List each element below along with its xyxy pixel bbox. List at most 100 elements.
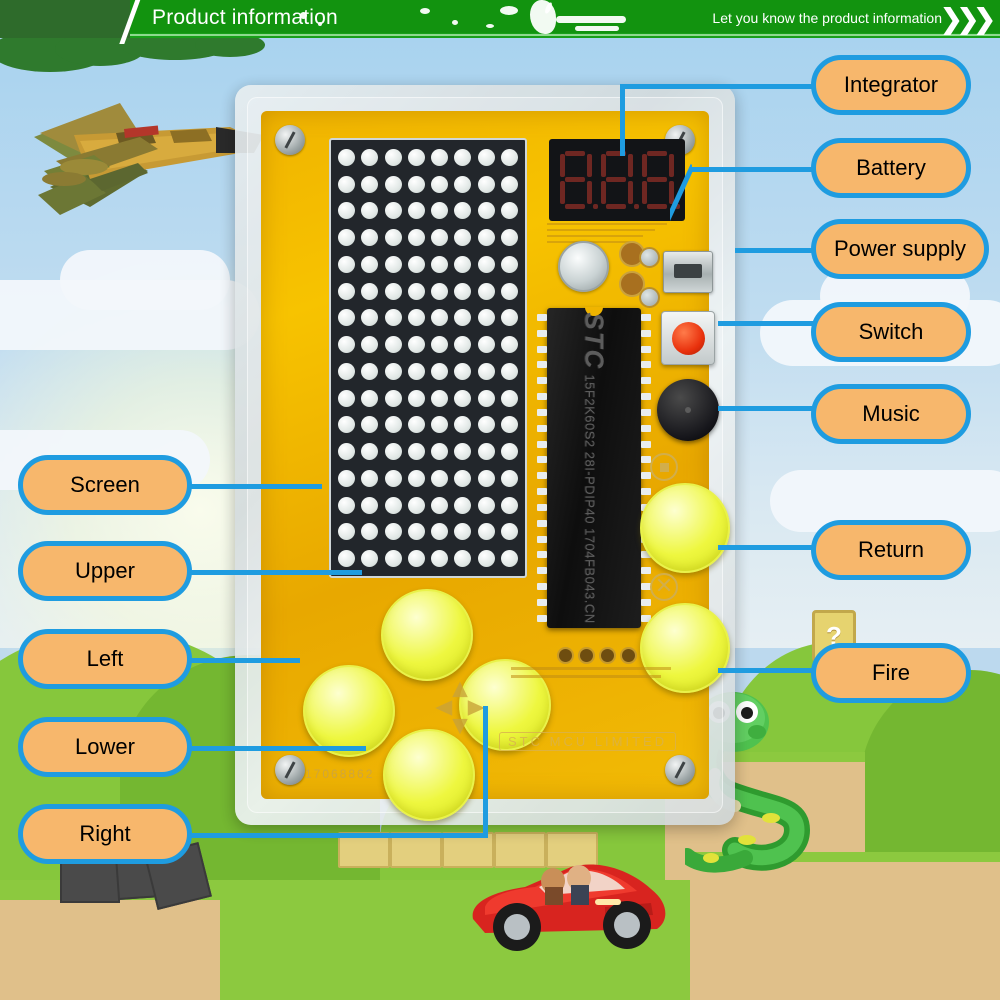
leader-line-right [190, 833, 488, 838]
led-dot [405, 412, 428, 439]
screw [665, 755, 695, 785]
led-dot [335, 465, 358, 492]
leader-line-right-riser [483, 706, 488, 838]
led-dot [451, 224, 474, 251]
led-dot [451, 385, 474, 412]
callout-label-text: Battery [856, 155, 926, 180]
callout-music[interactable]: Music [811, 384, 971, 444]
callout-fire[interactable]: Fire [811, 643, 971, 703]
led-dot [498, 171, 521, 198]
paint-splatter [452, 20, 458, 25]
led-dot [475, 224, 498, 251]
led-dot-matrix-screen[interactable] [329, 138, 527, 578]
led-dot [451, 438, 474, 465]
paint-splatter [420, 8, 430, 14]
leader-line-return [718, 545, 816, 550]
leader-line-fire [718, 668, 816, 673]
square-symbol-silkscreen-icon [650, 453, 678, 481]
callout-screen[interactable]: Screen [18, 455, 192, 515]
lower-button[interactable] [383, 729, 475, 821]
led-dot [451, 305, 474, 332]
callout-lower[interactable]: Lower [18, 717, 192, 777]
cross-symbol-silkscreen-icon [650, 573, 678, 601]
fire-button[interactable] [640, 603, 730, 693]
led-dot [382, 358, 405, 385]
chip-part-number: 15F2K60S2 [582, 374, 598, 448]
callout-switch[interactable]: Switch [811, 302, 971, 362]
led-dot [335, 358, 358, 385]
fighter-jet-graphic [34, 103, 264, 215]
led-dot [475, 278, 498, 305]
led-dot [451, 545, 474, 572]
led-dot [358, 465, 381, 492]
led-dot [358, 331, 381, 358]
led-dot [405, 438, 428, 465]
led-dot [335, 278, 358, 305]
led-dot [451, 358, 474, 385]
pcb-trace [511, 675, 661, 678]
coin-cell-battery [558, 241, 609, 292]
led-dot [428, 198, 451, 225]
paint-splatter [556, 16, 626, 23]
led-dot [475, 385, 498, 412]
led-dot [498, 198, 521, 225]
led-dot [451, 251, 474, 278]
led-dot [428, 519, 451, 546]
led-dot [498, 251, 521, 278]
chip-lot-code: 1704FB043.CN [582, 528, 598, 624]
callout-right[interactable]: Right [18, 804, 192, 864]
pcb-trace [511, 667, 671, 670]
led-dot [382, 438, 405, 465]
led-dot [405, 251, 428, 278]
led-dot [335, 305, 358, 332]
power-switch-button[interactable] [661, 311, 715, 365]
callout-integrator[interactable]: Integrator [811, 55, 971, 115]
led-dot [498, 438, 521, 465]
led-dot [451, 278, 474, 305]
led-dot [405, 144, 428, 171]
led-dot [475, 438, 498, 465]
switch-cap-icon [671, 321, 705, 355]
callout-return[interactable]: Return [811, 520, 971, 580]
screw [275, 125, 305, 155]
left-button[interactable] [303, 665, 395, 757]
led-dot [335, 251, 358, 278]
callout-label-text: Integrator [843, 72, 939, 97]
led-dot [405, 171, 428, 198]
header-underline [130, 34, 1000, 36]
header-subtitle: Let you know the product information [712, 10, 942, 26]
led-dot [405, 305, 428, 332]
led-dot [358, 385, 381, 412]
led-dot [428, 412, 451, 439]
led-dot [451, 412, 474, 439]
led-dot [358, 198, 381, 225]
led-dot [451, 171, 474, 198]
led-dot [382, 545, 405, 572]
led-dot [382, 412, 405, 439]
callout-battery[interactable]: Battery [811, 138, 971, 198]
led-dot [405, 385, 428, 412]
callout-power-supply[interactable]: Power supply [811, 219, 989, 279]
callout-upper[interactable]: Upper [18, 541, 192, 601]
led-dot [358, 171, 381, 198]
upper-button[interactable] [381, 589, 473, 681]
return-button[interactable] [640, 483, 730, 573]
led-dot [475, 519, 498, 546]
led-dot [405, 465, 428, 492]
led-dot [451, 331, 474, 358]
led-dot [498, 465, 521, 492]
seven-segment-digit [559, 151, 598, 209]
led-dot [358, 519, 381, 546]
callout-left[interactable]: Left [18, 629, 192, 689]
dirt-platform [0, 900, 220, 1000]
pcb-trace [547, 229, 655, 231]
led-dot [405, 519, 428, 546]
led-dot [382, 492, 405, 519]
leader-line-lower [190, 746, 366, 751]
led-dot [405, 358, 428, 385]
pin-header-row [557, 647, 637, 664]
led-dot [498, 224, 521, 251]
led-dot [405, 278, 428, 305]
led-dot [358, 305, 381, 332]
led-dot [358, 545, 381, 572]
